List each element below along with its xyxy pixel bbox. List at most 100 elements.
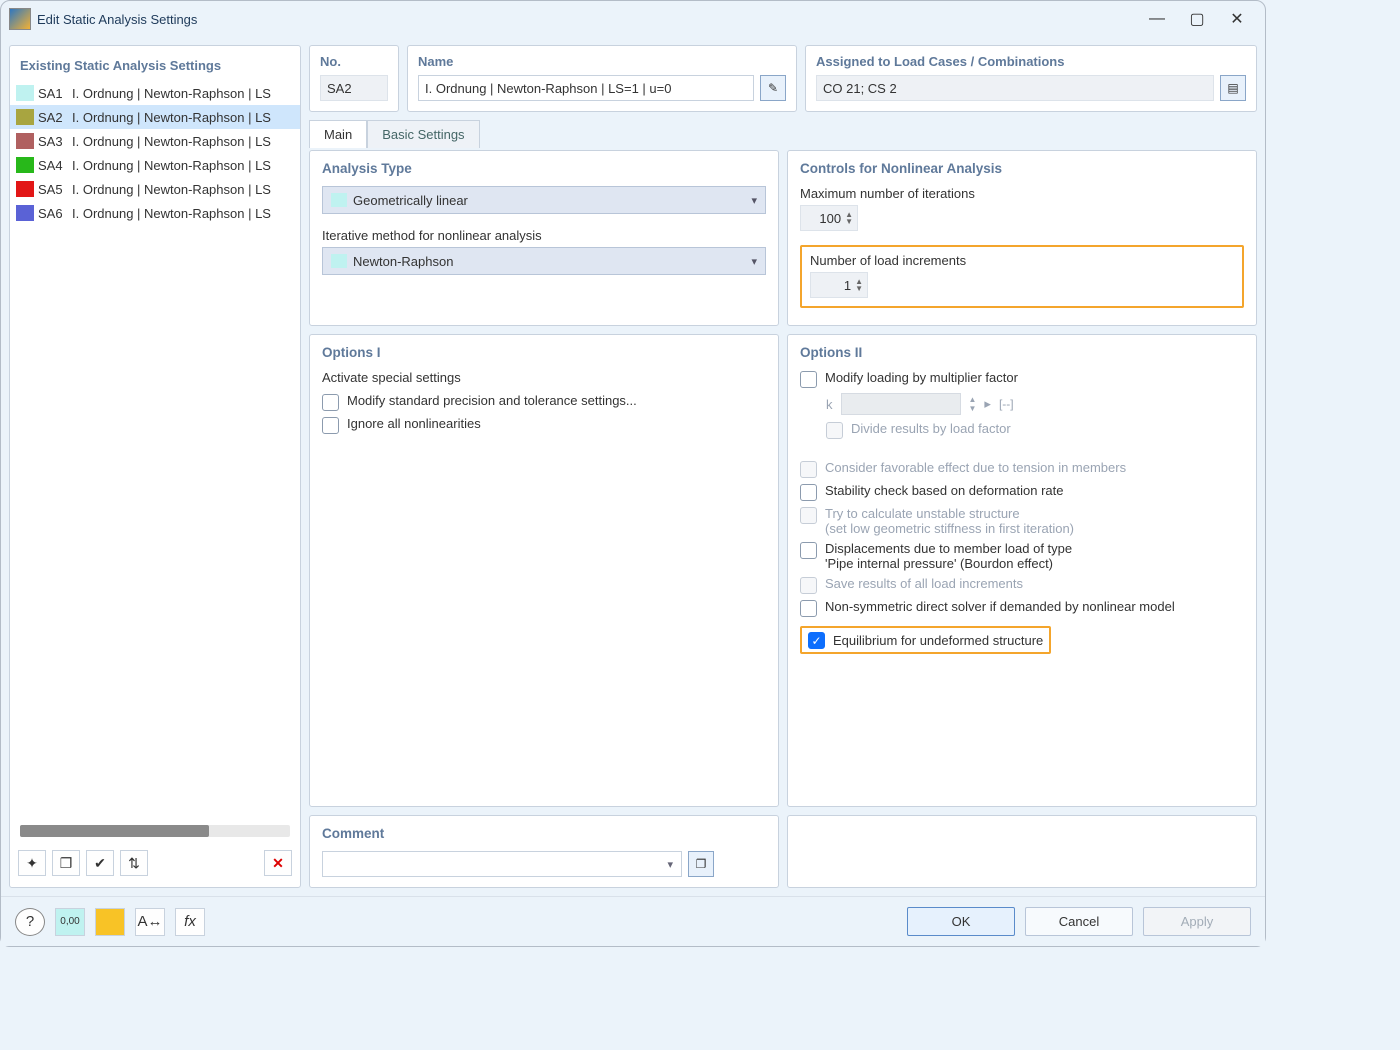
color-icon[interactable] [95, 908, 125, 936]
app-icon [9, 8, 31, 30]
checkbox-icon [800, 507, 817, 524]
close-button[interactable]: ✕ [1217, 4, 1257, 34]
consider-tension-row: Consider favorable effect due to tension… [800, 460, 1244, 478]
window-title: Edit Static Analysis Settings [37, 12, 1137, 27]
sidebar-item-sa5[interactable]: SA5I. Ordnung | Newton-Raphson | LS [10, 177, 300, 201]
sa-id: SA5 [38, 182, 72, 197]
stability-check-row[interactable]: Stability check based on deformation rat… [800, 483, 1244, 501]
color-swatch-icon [16, 181, 34, 197]
checkbox-icon[interactable] [322, 417, 339, 434]
sidebar-item-sa2[interactable]: SA2I. Ordnung | Newton-Raphson | LS [10, 105, 300, 129]
color-swatch-icon [16, 157, 34, 173]
sa-id: SA2 [38, 110, 72, 125]
modify-loading-row[interactable]: Modify loading by multiplier factor [800, 370, 1244, 388]
cancel-button[interactable]: Cancel [1025, 907, 1133, 936]
checkbox-icon [800, 577, 817, 594]
k-input [841, 393, 961, 415]
tab-main[interactable]: Main [309, 120, 367, 148]
assigned-picker-icon[interactable]: ▤ [1220, 75, 1246, 101]
analysis-type-heading: Analysis Type [322, 161, 766, 176]
help-icon[interactable]: ? [15, 908, 45, 936]
equilibrium-highlight: ✓ Equilibrium for undeformed structure [800, 626, 1051, 654]
new-icon[interactable]: ✦ [18, 850, 46, 876]
color-swatch-icon [16, 109, 34, 125]
load-incr-label: Number of load increments [810, 253, 1234, 268]
sa-name: I. Ordnung | Newton-Raphson | LS [72, 110, 300, 125]
units-icon[interactable]: 0,00 [55, 908, 85, 936]
minimize-button[interactable]: — [1137, 4, 1177, 34]
edit-name-icon[interactable]: ✎ [760, 75, 786, 101]
swatch-icon [331, 254, 347, 268]
sidebar-heading: Existing Static Analysis Settings [10, 54, 300, 81]
sa-name: I. Ordnung | Newton-Raphson | LS [72, 134, 300, 149]
sa-id: SA3 [38, 134, 72, 149]
assigned-label: Assigned to Load Cases / Combinations [816, 54, 1246, 69]
titlebar: Edit Static Analysis Settings — ▢ ✕ [1, 1, 1265, 37]
color-swatch-icon [16, 205, 34, 221]
checkbox-icon[interactable] [800, 371, 817, 388]
checkbox-icon[interactable] [800, 542, 817, 559]
no-input[interactable]: SA2 [320, 75, 388, 101]
load-increments-highlight: Number of load increments 1▲▼ [800, 245, 1244, 308]
tab-basic-settings[interactable]: Basic Settings [367, 120, 479, 148]
sidebar-item-sa3[interactable]: SA3I. Ordnung | Newton-Raphson | LS [10, 129, 300, 153]
max-iter-input[interactable]: 100▲▼ [800, 205, 858, 231]
modify-precision-row[interactable]: Modify standard precision and tolerance … [322, 393, 766, 411]
sa-name: I. Ordnung | Newton-Raphson | LS [72, 182, 300, 197]
horizontal-scrollbar[interactable] [20, 825, 290, 837]
displacements-row[interactable]: Displacements due to member load of type… [800, 541, 1244, 571]
max-iter-label: Maximum number of iterations [800, 186, 1244, 201]
name-input[interactable]: I. Ordnung | Newton-Raphson | LS=1 | u=0 [418, 75, 754, 101]
sa-name: I. Ordnung | Newton-Raphson | LS [72, 86, 300, 101]
checkbox-icon[interactable] [322, 394, 339, 411]
delete-icon[interactable]: ✕ [264, 850, 292, 876]
checkbox-icon [800, 461, 817, 478]
nonlinear-heading: Controls for Nonlinear Analysis [800, 161, 1244, 176]
checkbox-icon[interactable] [800, 600, 817, 617]
iter-method-label: Iterative method for nonlinear analysis [322, 228, 766, 243]
no-label: No. [320, 54, 388, 69]
spin-arrows-icon[interactable]: ▲▼ [845, 211, 853, 225]
color-swatch-icon [16, 133, 34, 149]
iter-method-combo[interactable]: Newton-Raphson [322, 247, 766, 275]
k-factor-row: k ▲▼ ▸ [--] [800, 393, 1244, 415]
swatch-icon [331, 193, 347, 207]
sa-list[interactable]: SA1I. Ordnung | Newton-Raphson | LSSA2I.… [10, 81, 300, 819]
analysis-type-combo[interactable]: Geometrically linear [322, 186, 766, 214]
checkbox-icon [826, 422, 843, 439]
color-swatch-icon [16, 85, 34, 101]
checkbox-icon[interactable] [800, 484, 817, 501]
ignore-nonlin-row[interactable]: Ignore all nonlinearities [322, 416, 766, 434]
check-toggle-icon[interactable]: ⇅ [120, 850, 148, 876]
check-all-icon[interactable]: ✔ [86, 850, 114, 876]
comment-heading: Comment [322, 826, 766, 841]
ok-button[interactable]: OK [907, 907, 1015, 936]
spin-arrows-icon[interactable]: ▲▼ [855, 278, 863, 292]
sa-id: SA4 [38, 158, 72, 173]
fx-icon[interactable]: fx [175, 908, 205, 936]
options2-heading: Options II [800, 345, 1244, 360]
non-symmetric-row[interactable]: Non-symmetric direct solver if demanded … [800, 599, 1244, 617]
sa-id: SA1 [38, 86, 72, 101]
options1-heading: Options I [322, 345, 766, 360]
try-unstable-row: Try to calculate unstable structure (set… [800, 506, 1244, 536]
divide-results-row: Divide results by load factor [800, 421, 1244, 439]
sa-id: SA6 [38, 206, 72, 221]
sidebar-item-sa1[interactable]: SA1I. Ordnung | Newton-Raphson | LS [10, 81, 300, 105]
sa-name: I. Ordnung | Newton-Raphson | LS [72, 158, 300, 173]
maximize-button[interactable]: ▢ [1177, 4, 1217, 34]
name-label: Name [418, 54, 786, 69]
apply-button: Apply [1143, 907, 1251, 936]
copy-icon[interactable]: ❐ [52, 850, 80, 876]
load-incr-input[interactable]: 1▲▼ [810, 272, 868, 298]
save-results-row: Save results of all load increments [800, 576, 1244, 594]
comment-combo[interactable] [322, 851, 682, 877]
config-icon[interactable]: A↔ [135, 908, 165, 936]
sidebar-item-sa6[interactable]: SA6I. Ordnung | Newton-Raphson | LS [10, 201, 300, 225]
sa-name: I. Ordnung | Newton-Raphson | LS [72, 206, 300, 221]
comment-library-icon[interactable]: ❐ [688, 851, 714, 877]
activate-special-label: Activate special settings [322, 370, 766, 385]
checkbox-checked-icon[interactable]: ✓ [808, 632, 825, 649]
sidebar-item-sa4[interactable]: SA4I. Ordnung | Newton-Raphson | LS [10, 153, 300, 177]
assigned-input[interactable]: CO 21; CS 2 [816, 75, 1214, 101]
